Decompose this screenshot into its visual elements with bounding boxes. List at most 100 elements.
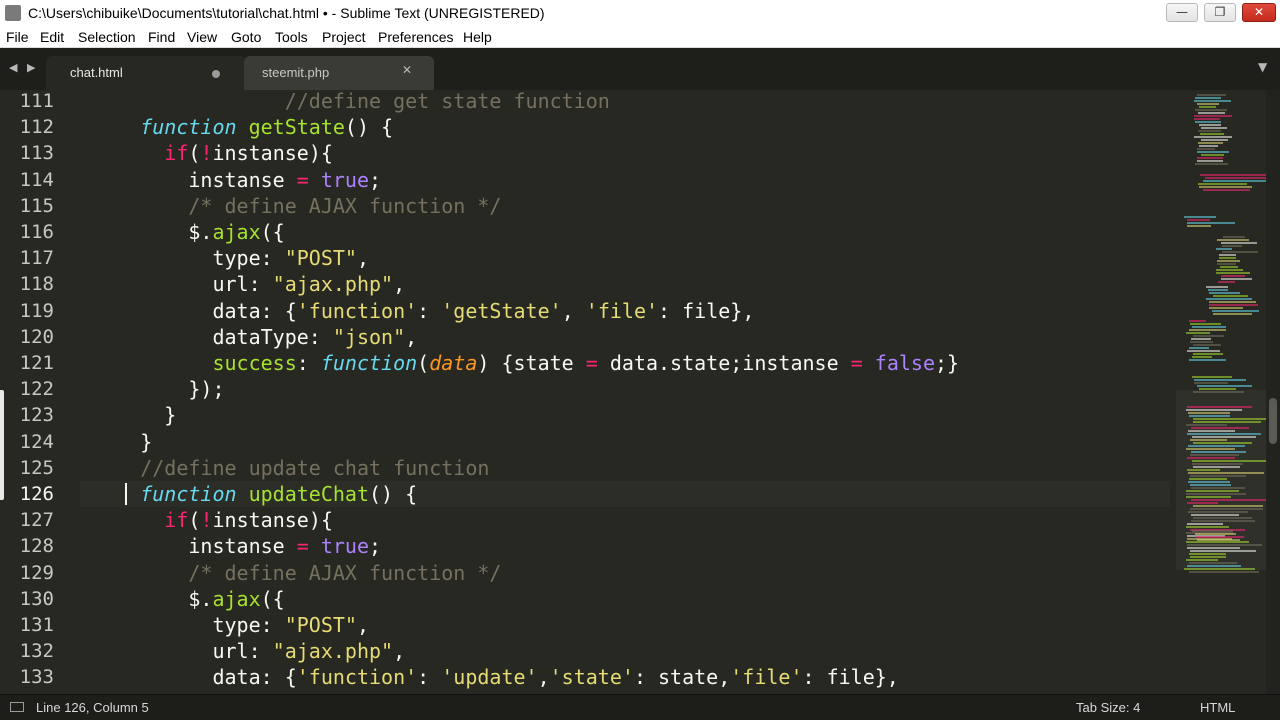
minimap-viewport[interactable] <box>1176 390 1266 570</box>
line-number[interactable]: 125 <box>0 455 54 481</box>
line-number[interactable]: 130 <box>0 586 54 612</box>
code-line[interactable]: $.ajax({ <box>80 219 284 245</box>
code-line[interactable]: function updateChat() { <box>80 481 417 507</box>
line-number[interactable]: 115 <box>0 193 54 219</box>
minimap-code-line <box>1186 490 1239 492</box>
code-line[interactable]: instanse = true; <box>80 167 381 193</box>
minimap-code-line <box>1201 127 1227 129</box>
minimap-code-line <box>1209 307 1243 309</box>
line-number[interactable]: 111 <box>0 90 54 114</box>
line-number[interactable]: 117 <box>0 245 54 271</box>
code-line[interactable]: } <box>80 402 176 428</box>
code-line[interactable]: success: function(data) {state = data.st… <box>80 350 959 376</box>
code-token-fn: function <box>140 482 237 506</box>
minimap-code-line <box>1193 421 1261 423</box>
line-number[interactable]: 127 <box>0 507 54 533</box>
line-number[interactable]: 123 <box>0 402 54 428</box>
tab-scroll-left-icon[interactable]: ◀ <box>9 61 17 74</box>
code-line[interactable]: dataType: "json", <box>80 324 417 350</box>
tab-steemit-php[interactable]: steemit.php ✕ <box>244 56 434 90</box>
code-line[interactable]: type: "POST", <box>80 245 369 271</box>
code-line[interactable]: function getState() { <box>80 114 393 140</box>
menu-project[interactable]: Project <box>322 29 366 45</box>
minimap-code-line <box>1191 514 1239 516</box>
minimap-code-line <box>1199 106 1216 108</box>
line-number[interactable]: 129 <box>0 560 54 586</box>
line-number[interactable]: 114 <box>0 167 54 193</box>
menu-preferences[interactable]: Preferences <box>378 29 453 45</box>
vertical-scrollbar[interactable] <box>1266 90 1280 694</box>
line-number[interactable]: 132 <box>0 638 54 664</box>
minimap-code-line <box>1191 487 1245 489</box>
code-line[interactable]: /* define AJAX function */ <box>80 560 501 586</box>
editor-area[interactable]: 111 112 113 114 115 116 117 118 119 120 121 122 123 1… <box>0 90 1280 694</box>
code-line[interactable]: instanse = true; <box>80 533 381 559</box>
minimap[interactable] <box>1176 90 1280 694</box>
syntax-selector[interactable]: HTML <box>1200 700 1235 715</box>
restore-button[interactable]: ❐ <box>1204 3 1236 22</box>
line-number[interactable]: 122 <box>0 376 54 402</box>
minimap-code-line <box>1191 520 1255 522</box>
line-number[interactable]: 116 <box>0 219 54 245</box>
minimap-code-line <box>1195 533 1236 535</box>
code-line[interactable]: //define update chat function <box>80 455 489 481</box>
code-line[interactable]: url: "ajax.php", <box>80 638 405 664</box>
close-window-button[interactable]: ✕ <box>1242 3 1276 22</box>
scrollbar-thumb[interactable] <box>1269 398 1277 444</box>
minimap-code-line <box>1187 469 1220 471</box>
menu-goto[interactable]: Goto <box>231 29 261 45</box>
line-number[interactable]: 119 <box>0 298 54 324</box>
code-line[interactable]: //define get state function <box>80 90 610 114</box>
line-number[interactable]: 112 <box>0 114 54 140</box>
code-line[interactable]: $.ajax({ <box>80 586 284 612</box>
line-number[interactable]: 113 <box>0 140 54 166</box>
menu-file[interactable]: File <box>6 29 29 45</box>
panel-toggle-icon[interactable] <box>10 702 24 712</box>
menu-view[interactable]: View <box>187 29 217 45</box>
sublime-app-icon[interactable] <box>5 5 21 21</box>
line-number[interactable]: 131 <box>0 612 54 638</box>
close-tab-icon[interactable]: ✕ <box>402 63 412 77</box>
line-number[interactable]: 118 <box>0 271 54 297</box>
line-number[interactable]: 126 <box>0 481 54 507</box>
minimap-code-line <box>1217 263 1236 265</box>
tab-scroll-right-icon[interactable]: ▶ <box>27 61 35 74</box>
line-number[interactable]: 121 <box>0 350 54 376</box>
menu-help[interactable]: Help <box>463 29 492 45</box>
code-line[interactable]: }); <box>80 376 224 402</box>
unsaved-dot-icon[interactable] <box>212 70 220 78</box>
code-text: data.state;instanse <box>597 351 851 375</box>
menu-edit[interactable]: Edit <box>40 29 64 45</box>
line-number[interactable]: 128 <box>0 533 54 559</box>
code-line[interactable]: if(!instanse){ <box>80 140 333 166</box>
menu-tools[interactable]: Tools <box>275 29 308 45</box>
line-number[interactable]: 120 <box>0 324 54 350</box>
code-line[interactable]: url: "ajax.php", <box>80 271 405 297</box>
code-text: : file}, <box>658 298 755 323</box>
code-view[interactable]: //define get state function function get… <box>80 90 1170 694</box>
menu-selection[interactable]: Selection <box>78 29 136 45</box>
code-line[interactable]: if(!instanse){ <box>80 507 333 533</box>
code-token-name: success <box>212 351 297 375</box>
minimap-code-line <box>1194 115 1232 117</box>
tab-chat-html[interactable]: chat.html <box>46 56 246 90</box>
tab-size-selector[interactable]: Tab Size: 4 <box>1076 700 1140 715</box>
menu-find[interactable]: Find <box>148 29 175 45</box>
code-token-name: updateChat <box>248 482 370 506</box>
minimap-code-line <box>1189 478 1227 480</box>
code-line[interactable]: type: "POST", <box>80 612 369 638</box>
line-number[interactable]: 124 <box>0 429 54 455</box>
minimap-code-line <box>1219 254 1236 256</box>
line-number[interactable]: 133 <box>0 664 54 690</box>
code-line[interactable]: data: {'function': 'getState', 'file': f… <box>80 298 754 324</box>
code-line[interactable]: data: {'function': 'update','state': sta… <box>80 664 898 690</box>
line-number-gutter[interactable]: 111 112 113 114 115 116 117 118 119 120 121 122 123 1… <box>0 90 72 694</box>
code-line[interactable]: /* define AJAX function */ <box>80 193 501 219</box>
code-line[interactable]: } <box>80 429 152 455</box>
minimap-code-line <box>1206 286 1228 288</box>
minimize-button[interactable]: — <box>1166 3 1198 22</box>
tab-list-dropdown-icon[interactable]: ▼ <box>1258 60 1267 74</box>
